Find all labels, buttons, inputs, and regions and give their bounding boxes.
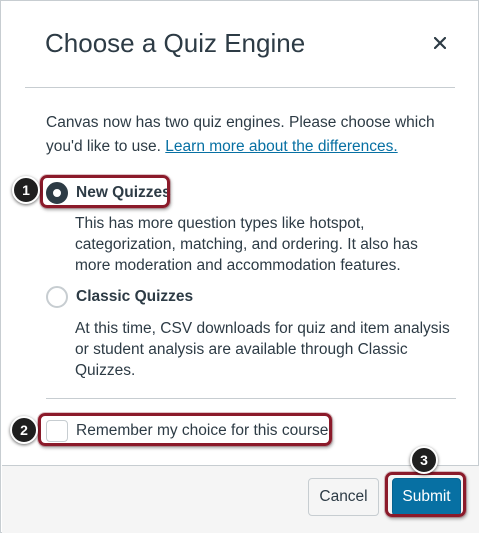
quiz-engine-dialog: Choose a Quiz Engine Canvas now has two … <box>0 0 479 533</box>
dialog-title: Choose a Quiz Engine <box>45 28 306 58</box>
callout-badge-3: 3 <box>410 446 438 474</box>
divider <box>46 398 456 399</box>
remember-choice-label: Remember my choice for this course <box>76 422 329 439</box>
callout-badge-2: 2 <box>10 416 38 444</box>
classic-quizzes-description: At this time, CSV downloads for quiz and… <box>75 320 450 379</box>
intro-text: Canvas now has two quiz engines. Please … <box>46 111 456 159</box>
dialog-header: Choose a Quiz Engine <box>25 1 455 88</box>
checkbox-icon[interactable] <box>46 420 68 442</box>
learn-more-link[interactable]: Learn more about the differences. <box>165 138 397 155</box>
close-icon <box>434 37 446 49</box>
classic-quizzes-label: Classic Quizzes <box>76 288 194 305</box>
callout-badge-1: 1 <box>12 176 40 204</box>
radio-classic-quizzes[interactable]: Classic Quizzes <box>46 286 193 308</box>
new-quizzes-description: This has more question types like hotspo… <box>75 215 418 274</box>
remember-choice-checkbox[interactable]: Remember my choice for this course <box>46 420 328 442</box>
close-button[interactable] <box>428 31 452 55</box>
cancel-button[interactable]: Cancel <box>308 478 379 516</box>
radio-selected-icon[interactable] <box>46 182 68 204</box>
radio-new-quizzes[interactable]: New Quizzes <box>46 182 171 204</box>
new-quizzes-label: New Quizzes <box>76 184 171 201</box>
radio-unselected-icon[interactable] <box>46 286 68 308</box>
submit-button[interactable]: Submit <box>392 478 461 516</box>
